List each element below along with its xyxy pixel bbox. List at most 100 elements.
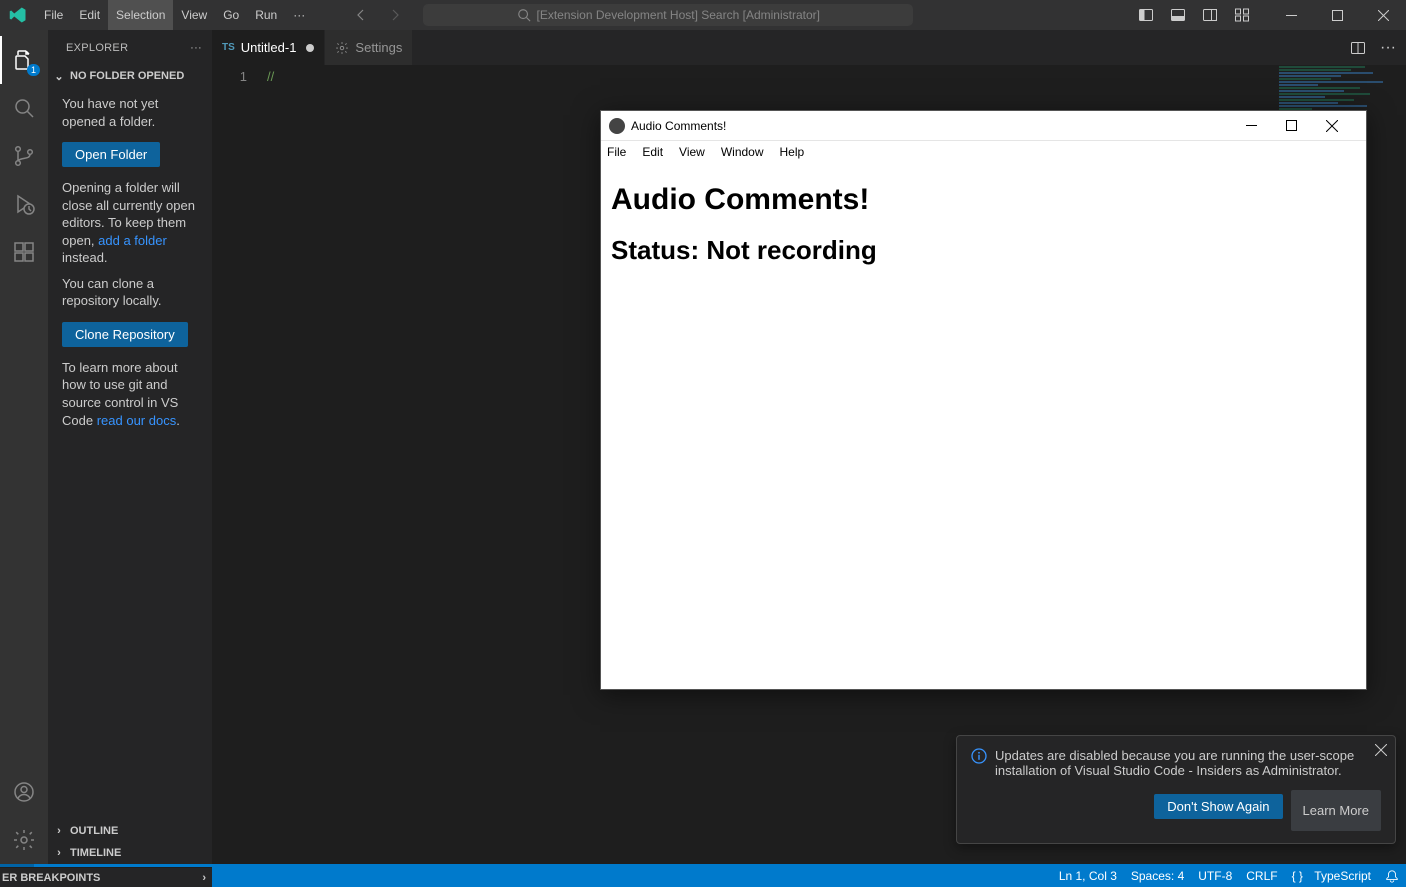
popup-minimize-button[interactable]: [1246, 120, 1286, 131]
notification-toast: Updates are disabled because you are run…: [956, 735, 1396, 844]
main-menu: File Edit Selection View Go Run ···: [36, 0, 313, 30]
nofolder-text-2: Opening a folder will close all currentl…: [62, 179, 200, 267]
status-eol[interactable]: CRLF: [1239, 864, 1284, 887]
toast-message: Updates are disabled because you are run…: [995, 748, 1381, 778]
customize-layout-icon[interactable]: [1234, 7, 1250, 23]
tab-untitled[interactable]: TS Untitled-1: [212, 30, 325, 65]
status-cursor-position[interactable]: Ln 1, Col 3: [1052, 864, 1124, 887]
activity-explorer[interactable]: 1: [0, 36, 48, 84]
toast-close-button[interactable]: [1375, 744, 1387, 756]
section-outline[interactable]: › OUTLINE: [48, 820, 212, 842]
section-outline-label: OUTLINE: [70, 825, 118, 837]
popup-close-button[interactable]: [1326, 120, 1366, 132]
gear-icon: [335, 41, 349, 55]
chevron-down-icon: ⌄: [52, 70, 66, 83]
activity-accounts[interactable]: [0, 768, 48, 816]
learn-more-button[interactable]: Learn More: [1291, 790, 1381, 831]
add-folder-link[interactable]: add a folder: [98, 233, 167, 248]
tab-actions: ···: [1350, 30, 1406, 65]
search-placeholder: [Extension Development Host] Search [Adm…: [537, 8, 820, 22]
menu-view[interactable]: View: [173, 0, 215, 30]
split-editor-icon[interactable]: [1350, 40, 1366, 56]
title-bar: File Edit Selection View Go Run ··· [Ext…: [0, 0, 1406, 30]
tab-label: Untitled-1: [241, 40, 297, 55]
no-folder-content: You have not yet opened a folder. Open F…: [48, 87, 212, 445]
status-encoding[interactable]: UTF-8: [1191, 864, 1239, 887]
menu-run[interactable]: Run: [247, 0, 285, 30]
braces-icon: { }: [1292, 869, 1303, 883]
popup-menu-window[interactable]: Window: [721, 145, 764, 159]
section-no-folder-label: NO FOLDER OPENED: [70, 70, 184, 82]
nofolder-text-4: To learn more about how to use git and s…: [62, 359, 200, 429]
dont-show-again-button[interactable]: Don't Show Again: [1154, 794, 1282, 819]
clone-repository-button[interactable]: Clone Repository: [62, 322, 188, 347]
menu-file[interactable]: File: [36, 0, 71, 30]
status-language[interactable]: { } TypeScript: [1285, 864, 1378, 887]
window-maximize-button[interactable]: [1314, 0, 1360, 30]
line-number: 1: [212, 69, 247, 84]
window-minimize-button[interactable]: [1268, 0, 1314, 30]
popup-menu-file[interactable]: File: [607, 145, 626, 159]
read-docs-link[interactable]: read our docs: [97, 413, 177, 428]
popup-menu-edit[interactable]: Edit: [642, 145, 663, 159]
chevron-right-icon: ›: [52, 825, 66, 837]
activity-run-debug[interactable]: [0, 180, 48, 228]
section-timeline-label: TIMELINE: [70, 847, 121, 859]
activity-source-control[interactable]: [0, 132, 48, 180]
toggle-panel-icon[interactable]: [1170, 7, 1186, 23]
activity-settings[interactable]: [0, 816, 48, 864]
command-center-search[interactable]: [Extension Development Host] Search [Adm…: [423, 4, 913, 26]
section-no-folder[interactable]: ⌄ NO FOLDER OPENED: [48, 65, 212, 87]
vscode-logo-icon: [0, 6, 36, 24]
nofolder-text-1: You have not yet opened a folder.: [62, 95, 200, 130]
menu-overflow[interactable]: ···: [285, 0, 313, 30]
line-gutter: 1: [212, 65, 267, 864]
activity-extensions[interactable]: [0, 228, 48, 276]
nav-back-icon[interactable]: [353, 7, 369, 23]
status-feedback[interactable]: [1378, 864, 1406, 887]
nav-forward-icon[interactable]: [387, 7, 403, 23]
menu-selection[interactable]: Selection: [108, 0, 173, 30]
window-controls: [1268, 0, 1406, 30]
tab-settings-label: Settings: [355, 40, 402, 55]
popup-menu-help[interactable]: Help: [780, 145, 805, 159]
activity-bar: 1: [0, 30, 48, 864]
tab-settings[interactable]: Settings: [325, 30, 413, 65]
menu-go[interactable]: Go: [215, 0, 247, 30]
popup-title: Audio Comments!: [631, 119, 726, 133]
popup-maximize-button[interactable]: [1286, 120, 1326, 131]
popup-body: Audio Comments! Status: Not recording: [601, 163, 1366, 278]
popup-menu-view[interactable]: View: [679, 145, 705, 159]
sidebar-header: EXPLORER ···: [48, 30, 212, 65]
menu-edit[interactable]: Edit: [71, 0, 108, 30]
popup-title-bar[interactable]: Audio Comments!: [601, 111, 1366, 141]
toggle-primary-sidebar-icon[interactable]: [1138, 7, 1154, 23]
status-indentation[interactable]: Spaces: 4: [1124, 864, 1191, 887]
sidebar-title: EXPLORER: [66, 42, 128, 54]
breakpoints-panel-header[interactable]: ER BREAKPOINTS ›: [0, 867, 212, 887]
tab-more-icon[interactable]: ···: [1380, 39, 1396, 57]
activity-search[interactable]: [0, 84, 48, 132]
nofolder-text-3: You can clone a repository locally.: [62, 275, 200, 310]
explorer-badge: 1: [27, 64, 40, 76]
popup-menu: File Edit View Window Help: [601, 141, 1366, 163]
audio-comments-window: Audio Comments! File Edit View Window He…: [600, 110, 1367, 690]
info-icon: [971, 748, 987, 778]
editor-tabs: TS Untitled-1 Settings ···: [212, 30, 1406, 65]
toggle-secondary-sidebar-icon[interactable]: [1202, 7, 1218, 23]
typescript-file-icon: TS: [222, 42, 235, 53]
search-icon: [517, 8, 531, 22]
chevron-right-icon: ›: [52, 847, 66, 859]
dirty-indicator-icon: [306, 44, 314, 52]
bell-icon: [1385, 869, 1399, 883]
section-timeline[interactable]: › TIMELINE: [48, 842, 212, 864]
window-close-button[interactable]: [1360, 0, 1406, 30]
popup-app-icon: [609, 118, 625, 134]
nav-arrows: [353, 7, 403, 23]
breakpoints-label: ER BREAKPOINTS: [2, 872, 100, 884]
chevron-right-icon: ›: [202, 872, 206, 884]
sidebar-more-icon[interactable]: ···: [190, 42, 202, 54]
popup-heading: Audio Comments!: [611, 183, 1356, 217]
open-folder-button[interactable]: Open Folder: [62, 142, 160, 167]
popup-status: Status: Not recording: [611, 235, 1356, 266]
